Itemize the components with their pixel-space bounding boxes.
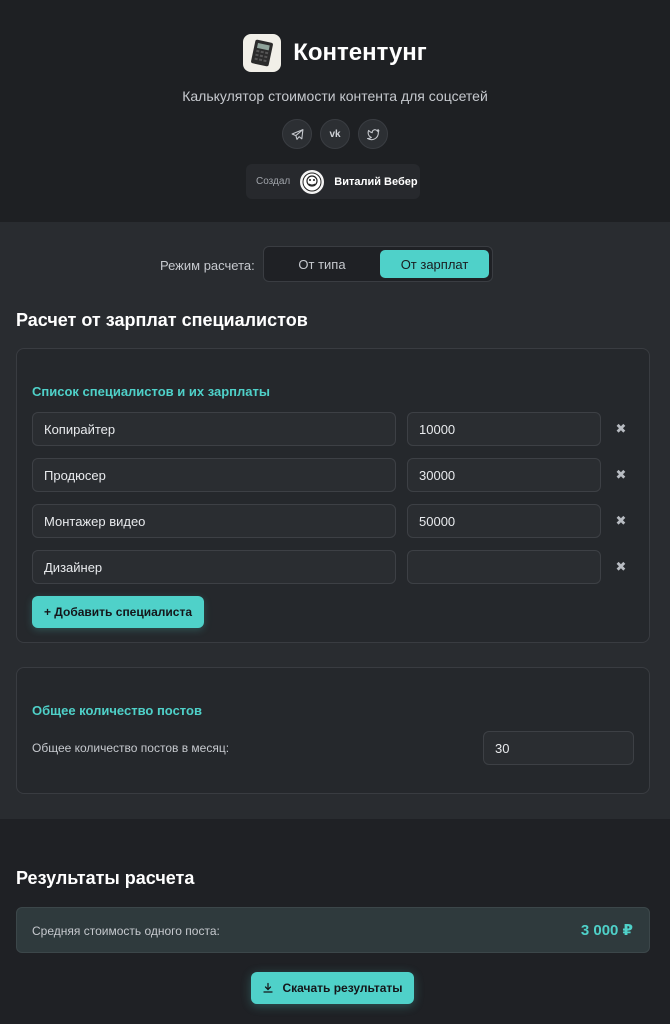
specialist-salary-input[interactable] xyxy=(407,550,601,584)
avg-cost-label: Средняя стоимость одного поста: xyxy=(32,924,220,938)
avg-cost-value: 3 000 ₽ xyxy=(580,922,633,939)
specialist-name-input[interactable]: Монтажер видео xyxy=(32,504,396,538)
brand: Контентунг xyxy=(0,34,670,72)
calculator-logo-icon xyxy=(243,34,282,72)
add-specialist-button[interactable]: + Добавить специалиста xyxy=(32,596,204,628)
posts-title: Общее количество постов xyxy=(32,703,202,718)
app-subtitle: Калькулятор стоимости контента для соцсе… xyxy=(182,88,488,104)
vk-glyph: vk xyxy=(329,128,341,140)
remove-icon[interactable]: ✖ xyxy=(613,421,629,437)
social-links: vk xyxy=(0,119,670,149)
posts-card: Общее количество постов Общее количество… xyxy=(16,667,650,794)
specialist-name-input[interactable]: Продюсер xyxy=(32,458,396,492)
twitter-icon[interactable] xyxy=(358,119,388,149)
vk-icon[interactable]: vk xyxy=(320,119,350,149)
specialist-name-input[interactable]: Копирайтер xyxy=(32,412,396,446)
posts-count-label: Общее количество постов в месяц: xyxy=(32,741,230,755)
download-results-button[interactable]: Скачать результаты xyxy=(251,972,414,1004)
remove-icon[interactable]: ✖ xyxy=(613,467,629,483)
mode-option-by-type[interactable]: От типа xyxy=(267,250,377,278)
mode-toggle: От типа От зарплат xyxy=(263,246,493,282)
posts-count-input[interactable]: 30 xyxy=(483,731,634,765)
author-label: Создал xyxy=(256,176,291,187)
specialists-card: Список специалистов и их зарплаты Копира… xyxy=(16,348,650,643)
download-label: Скачать результаты xyxy=(282,981,403,995)
calculator-panel: Режим расчета: От типа От зарплат Расчет… xyxy=(0,222,670,819)
specialist-salary-input[interactable]: 30000 xyxy=(407,458,601,492)
header: Контентунг Калькулятор стоимости контент… xyxy=(0,0,670,222)
section-title: Расчет от зарплат специалистов xyxy=(16,310,308,330)
telegram-icon[interactable] xyxy=(282,119,312,149)
specialists-title: Список специалистов и их зарплаты xyxy=(32,384,270,399)
remove-icon[interactable]: ✖ xyxy=(613,559,629,575)
specialist-name-input[interactable]: Дизайнер xyxy=(32,550,396,584)
results-title: Результаты расчета xyxy=(16,868,195,888)
download-icon xyxy=(263,982,274,993)
mode-label: Режим расчета: xyxy=(160,258,255,273)
avatar xyxy=(300,169,325,194)
app-title: Контентунг xyxy=(293,39,427,66)
mode-option-by-salary[interactable]: От зарплат xyxy=(380,250,489,278)
specialist-salary-input[interactable]: 50000 xyxy=(407,504,601,538)
author-badge[interactable]: Создал Виталий Вебер xyxy=(246,164,420,199)
mode-row: Режим расчета: От типа От зарплат xyxy=(0,246,670,282)
remove-icon[interactable]: ✖ xyxy=(613,513,629,529)
avg-cost-row: Средняя стоимость одного поста: 3 000 ₽ xyxy=(16,907,650,953)
specialist-salary-input[interactable]: 10000 xyxy=(407,412,601,446)
author-name: Виталий Вебер xyxy=(334,175,418,188)
